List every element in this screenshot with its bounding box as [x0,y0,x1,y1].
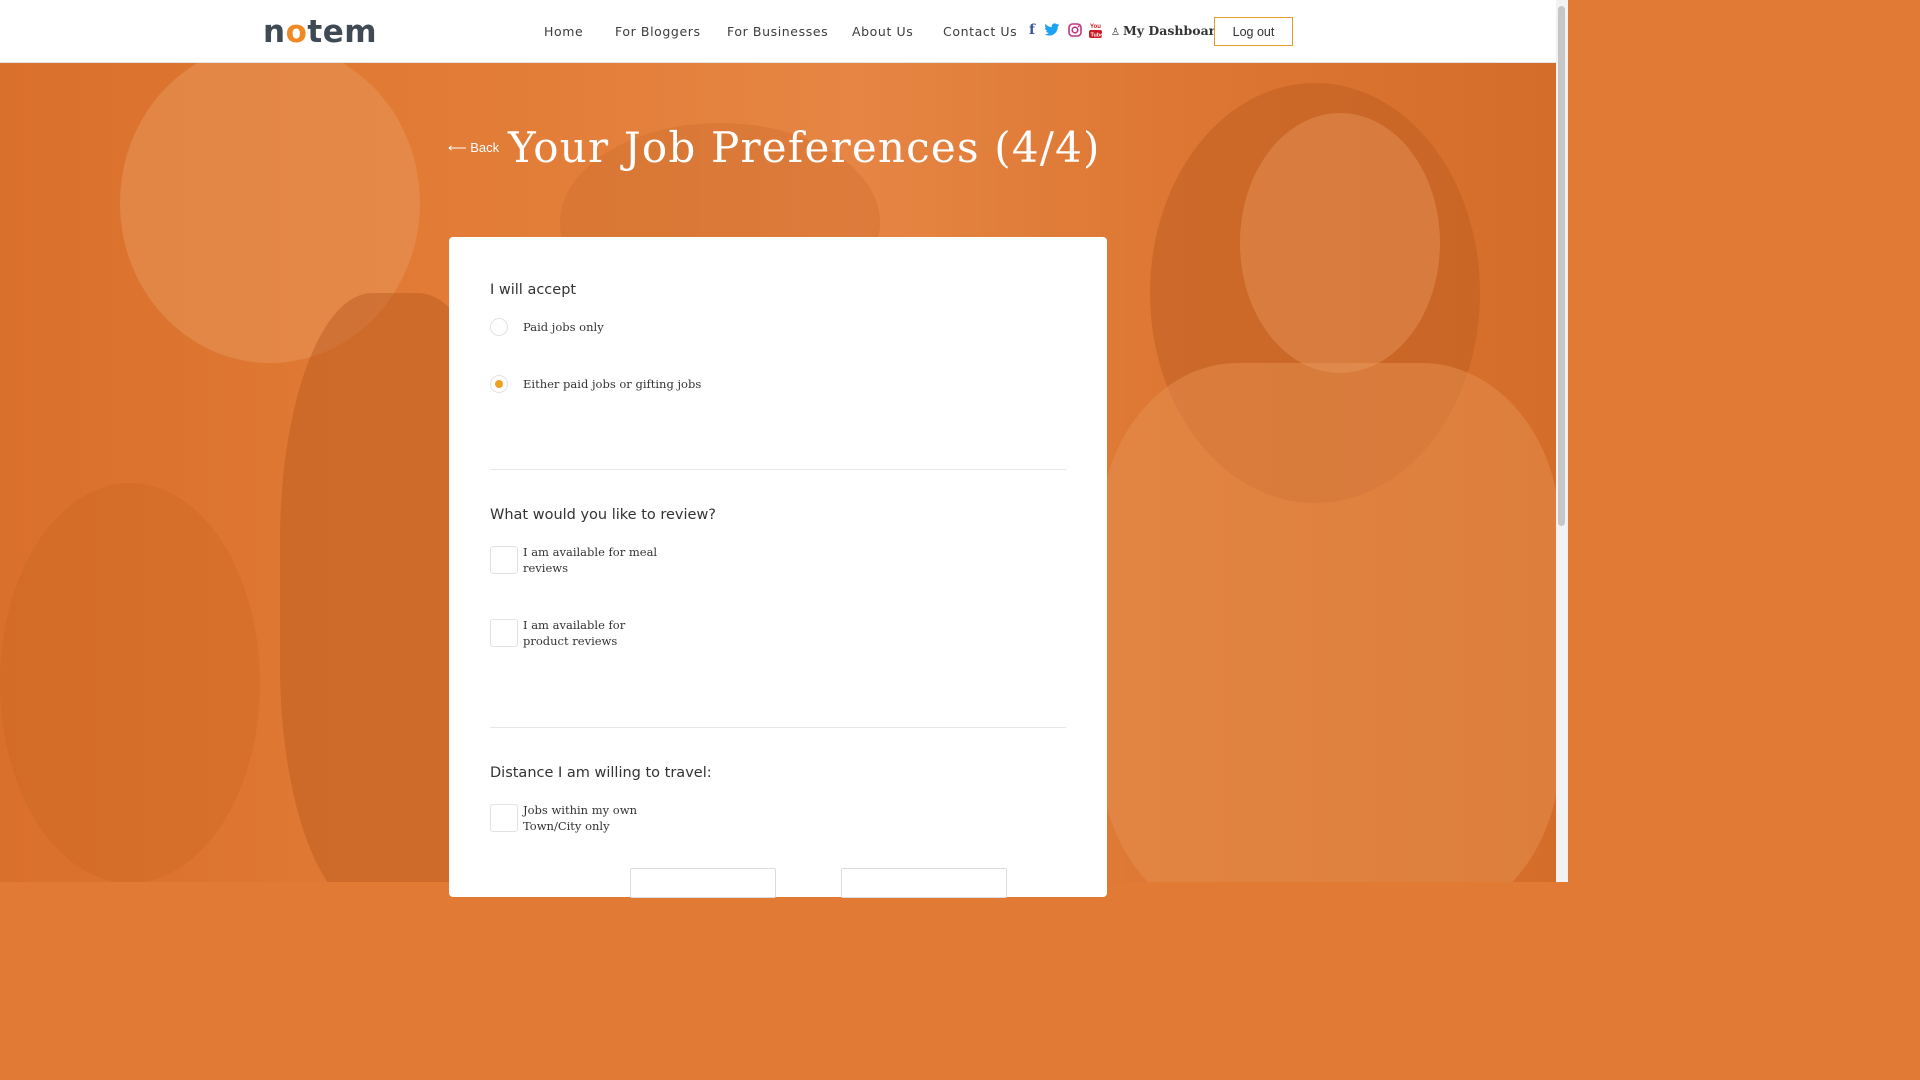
back-label: Back [470,140,500,155]
svg-text:Tube: Tube [1091,33,1103,39]
accept-question: I will accept [490,282,577,298]
twitter-icon[interactable] [1044,23,1060,40]
user-icon: ♙ [1111,27,1120,38]
nav-for-businesses-link[interactable]: For Businesses [727,24,828,39]
review-question: What would you like to review? [490,507,717,523]
meal-reviews-checkbox[interactable] [490,546,518,574]
nav-about-us-link[interactable]: About Us [852,24,913,39]
distance-field-1[interactable] [630,868,776,898]
nav-home-link[interactable]: Home [544,24,583,39]
back-link[interactable]: ⟵ Back [448,140,499,156]
distance-field-2[interactable] [841,868,1007,898]
paid-jobs-only-label: Paid jobs only [523,320,604,334]
nav-for-bloggers-link[interactable]: For Bloggers [615,24,701,39]
site-header: notem Home For Bloggers For Businesses A… [0,0,1556,63]
logo-letter: n [263,14,286,50]
logo-letters: tem [307,14,378,50]
product-reviews-label: I am available for product reviews [523,618,626,648]
nav-contact-us-link[interactable]: Contact Us [943,24,1017,39]
facebook-icon[interactable]: f [1029,22,1035,38]
own-town-only-checkbox[interactable] [490,804,518,832]
section-divider [490,727,1066,728]
arrow-left-icon: ⟵ [448,140,467,155]
page-title: Your Job Preferences (4/4) [508,123,1101,172]
my-dashboard-link[interactable]: ♙ My Dashboard [1111,23,1224,38]
preferences-form-card: I will accept Paid jobs only Either paid… [449,237,1107,898]
own-town-only-label: Jobs within my own Town/City only [523,803,637,833]
instagram-icon[interactable] [1068,23,1082,41]
paid-jobs-only-radio[interactable] [490,318,508,336]
scrollbar-thumb[interactable] [1558,6,1565,526]
distance-question: Distance I am willing to travel: [490,765,712,781]
section-divider [490,469,1066,470]
either-paid-or-gifting-label: Either paid jobs or gifting jobs [523,377,702,391]
logo-accent-letter: o [285,14,308,50]
meal-reviews-label: I am available for meal reviews [523,545,658,575]
log-out-button[interactable]: Log out [1214,17,1293,46]
youtube-icon[interactable]: You Tube [1089,22,1103,42]
product-reviews-checkbox[interactable] [490,619,518,647]
either-paid-or-gifting-radio[interactable] [490,375,508,393]
svg-text:You: You [1090,24,1101,30]
notem-logo[interactable]: notem [263,14,377,50]
my-dashboard-label: My Dashboard [1122,23,1224,38]
